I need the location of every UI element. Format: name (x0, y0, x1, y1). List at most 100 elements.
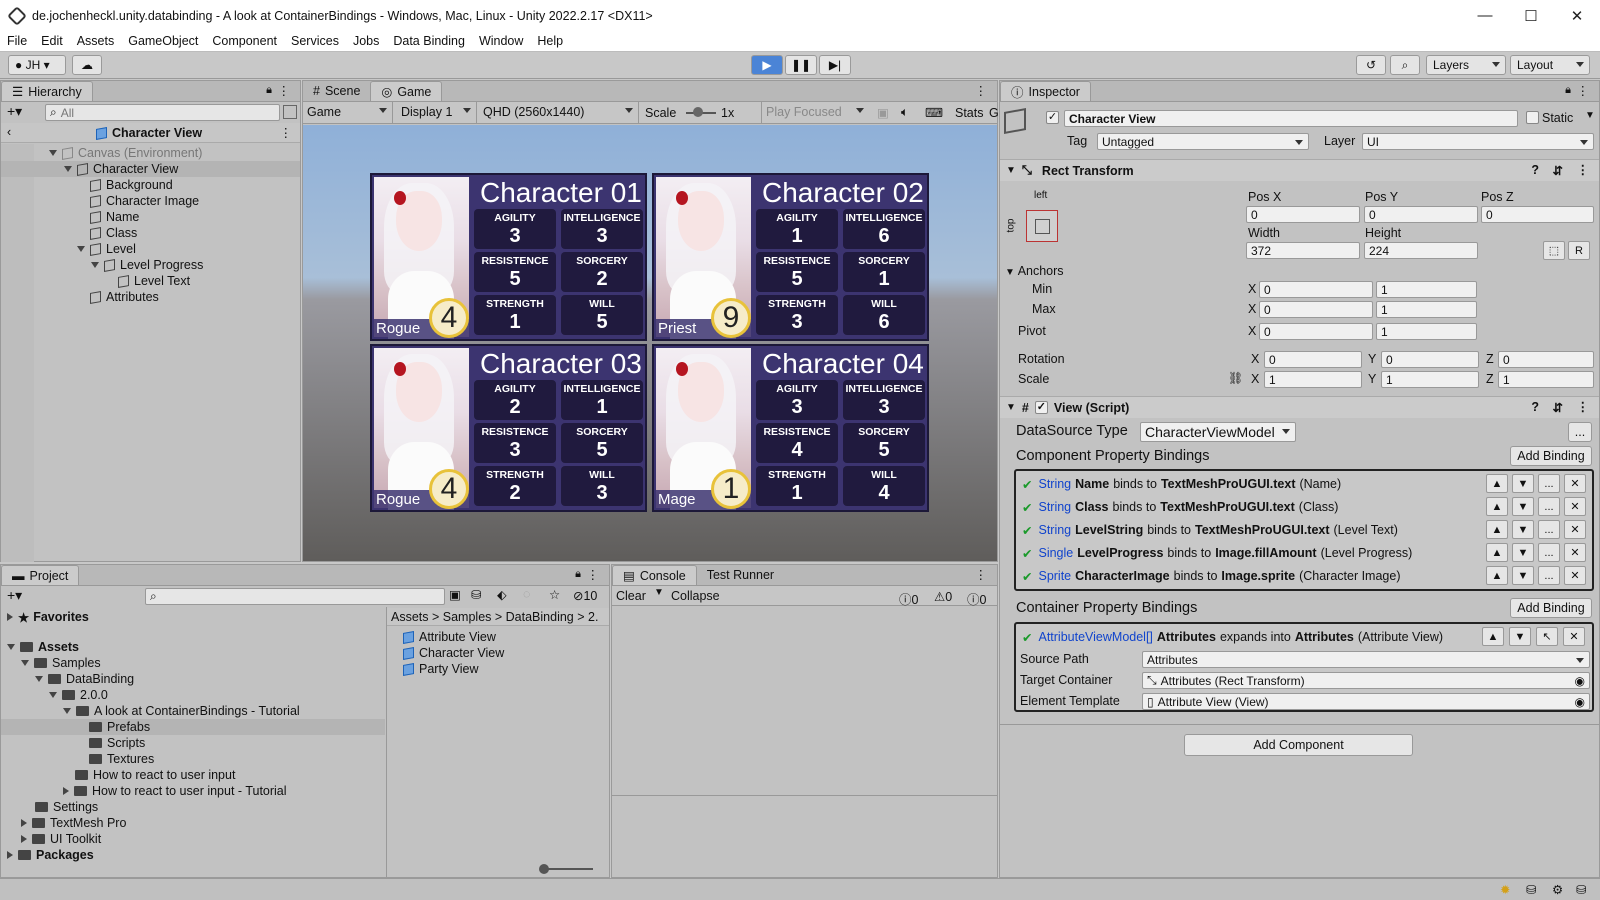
audio-icon[interactable]: 🔈︎ (901, 105, 909, 120)
tab-inspector[interactable]: ⓘ Inspector (1000, 81, 1091, 101)
hierarchy-item[interactable]: Character Image (90, 193, 199, 209)
expand-icon[interactable] (7, 613, 13, 621)
element-template-field[interactable]: ▯ Attribute View (View) ◉ (1142, 693, 1590, 710)
add-icon[interactable]: +▾ (7, 587, 22, 604)
script-enabled-checkbox[interactable]: ✓ (1034, 401, 1048, 414)
layers-dropdown[interactable]: Layers (1426, 55, 1506, 75)
component-binding-row[interactable]: ✔ Sprite CharacterImage binds to Image.sprit… (1022, 566, 1462, 586)
tab-console[interactable]: ▤ Console (612, 565, 697, 585)
target-container-field[interactable]: ⤡ Attributes (Rect Transform) ◉ (1142, 672, 1590, 689)
hidden-packages-icon[interactable]: ⊘10 (573, 588, 597, 603)
rotation-x-field[interactable]: 0 (1264, 351, 1362, 368)
hierarchy-item[interactable]: Attributes (90, 289, 159, 305)
breadcrumb-assets[interactable]: Assets (391, 610, 429, 624)
keyboard-icon[interactable]: ⌨ (925, 105, 943, 120)
expand-icon[interactable] (63, 708, 71, 714)
search-filter-icon[interactable] (283, 105, 297, 119)
anchor-min-y-field[interactable]: 1 (1376, 281, 1477, 298)
rotation-y-field[interactable]: 0 (1381, 351, 1479, 368)
hierarchy-item[interactable]: Level (77, 241, 136, 257)
kebab-icon[interactable]: ⋮ (975, 567, 988, 582)
tree-item[interactable]: How to react to user input (75, 767, 235, 783)
menu-data-binding[interactable]: Data Binding (386, 34, 472, 48)
add-icon[interactable]: +▾ (7, 103, 22, 120)
hierarchy-item[interactable]: Background (90, 177, 173, 193)
game-view[interactable]: Character 01 Rogue 4 AGILITY 3 INTELLIGENCE 3 R… (303, 125, 997, 561)
width-field[interactable]: 372 (1246, 242, 1360, 259)
rotation-z-field[interactable]: 0 (1498, 351, 1594, 368)
move-down-button[interactable]: ▼ (1512, 566, 1534, 585)
hierarchy-item[interactable]: Class (90, 225, 137, 241)
menu-component[interactable]: Component (205, 34, 284, 48)
expand-icon[interactable] (77, 246, 85, 252)
hierarchy-search-input[interactable]: ⌕ All (45, 104, 280, 121)
step-button[interactable]: ▶| (819, 55, 851, 75)
component-binding-row[interactable]: ✔ String LevelString binds to TextMeshProUGU… (1022, 520, 1462, 540)
tree-item[interactable]: Assets (7, 639, 79, 655)
hierarchy-item[interactable]: Level Progress (91, 257, 203, 273)
blueprint-mode-button[interactable]: ⬚ (1543, 241, 1565, 260)
anchor-min-x-field[interactable]: 0 (1259, 281, 1373, 298)
filter-type-icon[interactable]: ⛁ (471, 587, 481, 602)
more-button[interactable]: ... (1538, 497, 1560, 516)
expand-icon[interactable] (7, 851, 13, 859)
icon-size-slider-handle[interactable] (539, 864, 549, 874)
favorite-icon[interactable]: ☆ (549, 587, 560, 602)
menu-window[interactable]: Window (472, 34, 530, 48)
kebab-icon[interactable]: ⋮ (278, 83, 291, 98)
breadcrumb-samples[interactable]: Samples (443, 610, 492, 624)
add-container-binding-button[interactable]: Add Binding (1510, 598, 1592, 618)
container-binding-row[interactable]: ✔ AttributeViewModel[] Attributes expand… (1022, 627, 1477, 647)
presets-icon[interactable]: ⇵ (1553, 163, 1563, 178)
move-down-button[interactable]: ▼ (1512, 474, 1534, 493)
lock-icon[interactable]: 🔒︎ (575, 568, 581, 581)
hierarchy-item[interactable]: Level Text (118, 273, 190, 289)
static-checkbox[interactable] (1526, 111, 1539, 124)
move-up-button[interactable]: ▲ (1486, 566, 1508, 585)
help-icon[interactable]: ? (1531, 400, 1539, 414)
remove-button[interactable]: ✕ (1564, 474, 1586, 493)
remove-button[interactable]: ✕ (1564, 566, 1586, 585)
mute-icon[interactable]: ▣ (877, 105, 889, 120)
object-name-input[interactable]: Character View (1064, 110, 1518, 127)
object-picker-icon[interactable]: ◉ (1575, 695, 1585, 709)
remove-button[interactable]: ✕ (1564, 497, 1586, 516)
component-binding-row[interactable]: ✔ String Class binds to TextMeshProUGUI.text… (1022, 497, 1462, 517)
error-filter-button[interactable]: ⓘ0 (967, 589, 986, 608)
raw-edit-button[interactable]: R (1568, 241, 1590, 260)
maximize-icon[interactable]: ☐ (1508, 7, 1554, 25)
datasource-type-dropdown[interactable]: CharacterViewModel (1140, 422, 1296, 442)
tab-hierarchy[interactable]: ☰ Hierarchy (1, 81, 93, 101)
clear-button[interactable]: Clear (616, 589, 646, 603)
lock-icon[interactable]: 🔒︎ (266, 84, 272, 97)
game-mode-dropdown[interactable]: Game (303, 102, 393, 123)
history-button[interactable]: ↺ (1356, 55, 1386, 75)
hierarchy-item[interactable]: Character View (64, 161, 178, 177)
warning-filter-button[interactable]: ⚠0 (934, 589, 952, 604)
pause-button[interactable]: ❚❚ (785, 55, 817, 75)
anchor-max-y-field[interactable]: 1 (1376, 301, 1477, 318)
remove-button[interactable]: ✕ (1564, 520, 1586, 539)
menu-services[interactable]: Services (284, 34, 346, 48)
kebab-icon[interactable]: ⋮ (975, 83, 988, 98)
collapse-button[interactable]: ↖ (1536, 627, 1558, 646)
tree-item[interactable]: How to react to user input - Tutorial (63, 783, 287, 799)
filter-icon[interactable]: ◌ (523, 587, 530, 601)
hierarchy-item[interactable]: Canvas (Environment) (49, 145, 202, 161)
expand-icon[interactable] (21, 819, 27, 827)
anchor-max-x-field[interactable]: 0 (1259, 301, 1373, 318)
pivot-y-field[interactable]: 1 (1376, 323, 1477, 340)
scale-slider-handle[interactable] (693, 107, 703, 117)
anchor-presets-button[interactable] (1026, 210, 1058, 242)
remove-button[interactable]: ✕ (1564, 543, 1586, 562)
pivot-x-field[interactable]: 0 (1259, 323, 1373, 340)
tree-item[interactable]: Prefabs (89, 719, 150, 735)
tree-item[interactable]: Textures (89, 751, 154, 767)
chevron-down-icon[interactable]: ▼ (1006, 402, 1016, 413)
posy-field[interactable]: 0 (1364, 206, 1478, 223)
more-button[interactable]: ... (1538, 474, 1560, 493)
posx-field[interactable]: 0 (1246, 206, 1360, 223)
layer-dropdown[interactable]: UI (1362, 133, 1594, 150)
chevron-down-icon[interactable]: ▼ (1006, 165, 1016, 176)
collapse-button[interactable]: Collapse (671, 589, 720, 603)
